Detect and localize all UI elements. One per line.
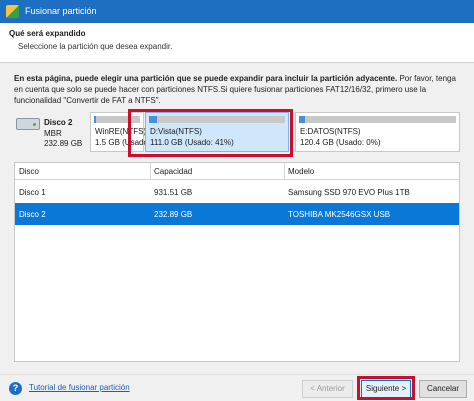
app-logo-icon (6, 5, 19, 18)
disk-type: MBR (44, 129, 62, 138)
partition-info: 120.4 GB (Usado: 0%) (300, 138, 381, 147)
tutorial-link[interactable]: Tutorial de fusionar partición (29, 383, 130, 392)
cell-capacity: 931.51 GB (154, 188, 193, 197)
cell-model: Samsung SSD 970 EVO Plus 1TB (288, 188, 410, 197)
column-divider[interactable] (284, 163, 285, 180)
highlight-box-next (357, 376, 415, 400)
table-row-selected[interactable]: Disco 2 232.89 GB TOSHIBA MK2546GSX USB (15, 203, 459, 225)
help-icon[interactable]: ? (9, 382, 22, 395)
wizard-body: En esta página, puede elegir una partici… (0, 63, 474, 374)
partition-usage-fill (299, 116, 306, 123)
cell-disk: Disco 2 (19, 210, 46, 219)
partition-usage-bar (299, 116, 456, 123)
description-text: En esta página, puede elegir una partici… (14, 73, 464, 106)
hard-disk-icon (16, 118, 40, 130)
highlight-box-partition (128, 109, 293, 157)
cell-model: TOSHIBA MK2546GSX USB (288, 210, 391, 219)
column-header-model[interactable]: Modelo (288, 167, 314, 176)
table-row[interactable]: Disco 1 931.51 GB Samsung SSD 970 EVO Pl… (15, 181, 459, 203)
disk-name: Disco 2 (44, 118, 73, 127)
cell-capacity: 232.89 GB (154, 210, 193, 219)
partition-usage-fill (94, 116, 96, 123)
window-title: Fusionar partición (25, 6, 97, 16)
disk-size: 232.89 GB (44, 139, 83, 148)
cell-disk: Disco 1 (19, 188, 46, 197)
disk-table: Disco Capacidad Modelo Disco 1 931.51 GB… (14, 162, 460, 362)
column-header-disk[interactable]: Disco (19, 167, 39, 176)
partition-name: E:DATOS(NTFS) (300, 127, 361, 136)
partition-block-datos[interactable]: E:DATOS(NTFS) 120.4 GB (Usado: 0%) (295, 112, 460, 152)
column-divider[interactable] (150, 163, 151, 180)
cancel-button[interactable]: Cancelar (419, 380, 467, 398)
page-title: Qué será expandido (9, 29, 86, 38)
description-bold: En esta página, puede elegir una partici… (14, 74, 398, 83)
column-header-capacity[interactable]: Capacidad (154, 167, 192, 176)
wizard-header: Qué será expandido Seleccione la partici… (0, 23, 474, 63)
title-bar: Fusionar partición (0, 0, 474, 23)
page-subtitle: Seleccione la partición que desea expand… (18, 42, 173, 51)
back-button[interactable]: < Anterior (302, 380, 353, 398)
table-header: Disco Capacidad Modelo (15, 163, 459, 180)
